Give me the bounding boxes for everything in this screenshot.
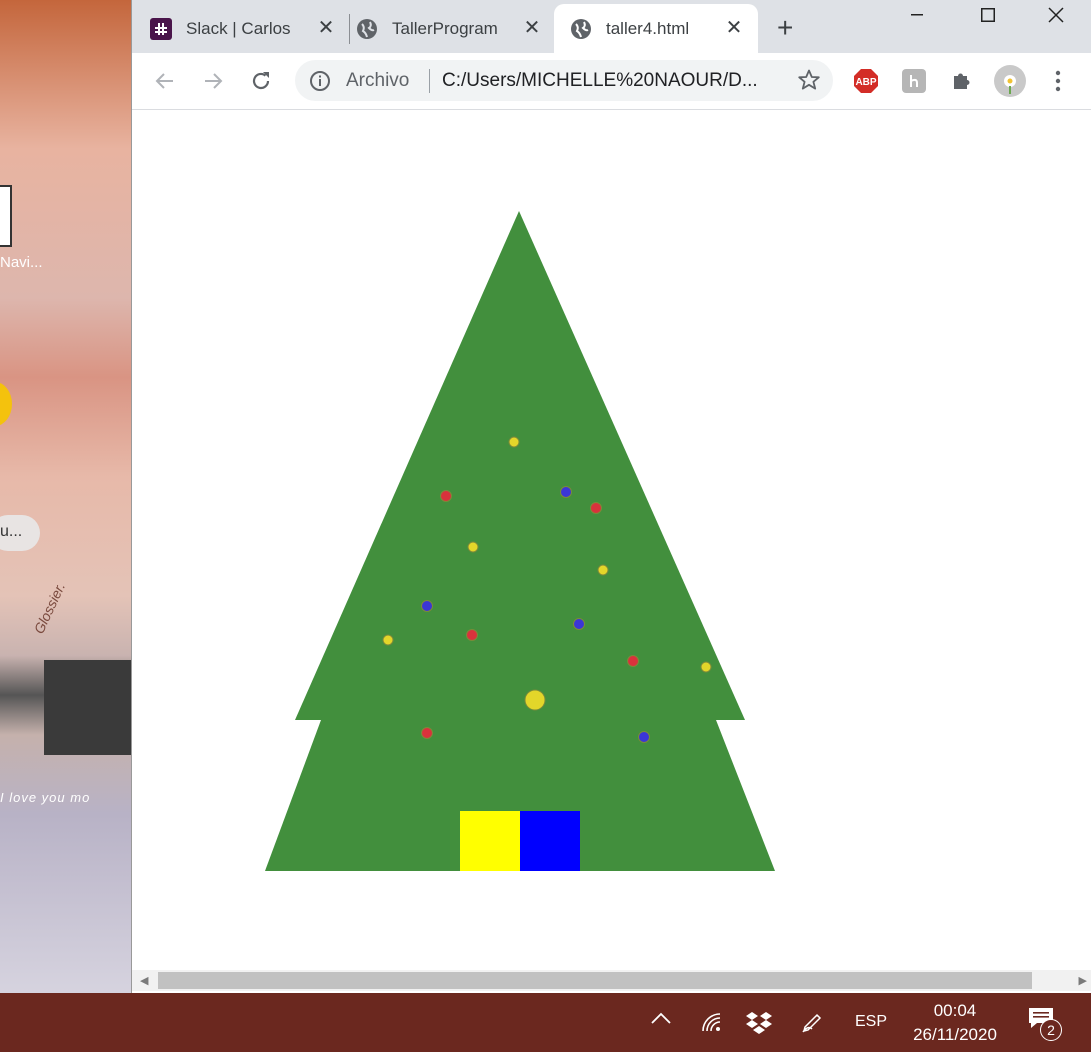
tab-title: TallerProgram (392, 18, 498, 38)
close-icon[interactable]: ✕ (522, 18, 542, 38)
h-extension-icon (902, 69, 926, 93)
url-text[interactable]: C:/Users/MICHELLE%20NAOUR/D... (442, 70, 782, 92)
ornament-yellow (700, 661, 712, 673)
info-icon[interactable] (309, 70, 331, 92)
arrow-left-icon (155, 73, 173, 89)
ornament-yellow (467, 541, 479, 553)
ornament-blue (573, 618, 585, 630)
tab-divider (349, 14, 350, 44)
desktop-icon-label: Navi... (0, 254, 43, 271)
notifications-button[interactable]: 2 (1028, 1007, 1062, 1041)
ornament-yellow (382, 634, 394, 646)
close-icon (1048, 7, 1064, 23)
browser-toolbar: Archivo C:/Users/MICHELLE%20NAOUR/D... A… (132, 53, 1091, 110)
ornament-blue (421, 600, 433, 612)
reload-icon (252, 72, 270, 90)
ornament-yellow (508, 436, 520, 448)
pen-icon (802, 1013, 822, 1033)
minimize-icon (911, 14, 923, 16)
arrow-right-icon (205, 73, 223, 89)
ornament-red (421, 727, 433, 739)
slack-icon (150, 17, 172, 40)
close-icon[interactable]: ✕ (724, 18, 744, 38)
ornament-blue (638, 731, 650, 743)
globe-icon (571, 18, 591, 39)
url-divider (429, 69, 430, 93)
abp-extension-button[interactable]: ABP (852, 67, 880, 95)
scroll-left-arrow-icon[interactable]: ◀ (140, 974, 148, 987)
profile-avatar-icon (994, 65, 1026, 97)
desktop-file-icon[interactable] (0, 185, 12, 247)
wallpaper-dark-photo (44, 660, 131, 755)
address-bar[interactable]: Archivo C:/Users/MICHELLE%20NAOUR/D... (295, 60, 833, 101)
clock-time: 00:04 (933, 1001, 977, 1020)
globe-icon (357, 18, 377, 39)
ornament-red (466, 629, 478, 641)
clock[interactable]: 00:04 26/11/2020 (900, 999, 1010, 1047)
url-scheme: Archivo (346, 70, 410, 91)
scroll-right-arrow-icon[interactable]: ▶ (1079, 974, 1087, 987)
new-tab-button[interactable]: + (777, 14, 793, 42)
kebab-menu-icon (1055, 70, 1061, 92)
close-icon[interactable]: ✕ (316, 18, 336, 38)
tree-upper-triangle (295, 211, 745, 720)
notification-badge: 2 (1040, 1019, 1062, 1041)
wallpaper-product-text: Glossier. (30, 579, 69, 637)
ornament-red (590, 502, 602, 514)
star-icon[interactable] (797, 68, 821, 92)
puzzle-icon (954, 73, 970, 89)
desktop-chrome-icon[interactable] (0, 382, 12, 426)
reload-button[interactable] (245, 65, 277, 97)
tab-tallerprogram[interactable]: TallerProgram ✕ (356, 4, 556, 53)
back-button[interactable] (149, 65, 181, 97)
abp-label: ABP (855, 77, 876, 88)
minimize-button[interactable] (894, 0, 940, 30)
close-window-button[interactable] (1033, 0, 1079, 30)
page-viewport (132, 110, 1091, 970)
ornament-yellow (597, 564, 609, 576)
tab-slack[interactable]: Slack | Carlos ✕ (150, 4, 350, 53)
ornament-red (627, 655, 639, 667)
profile-button[interactable] (994, 65, 1026, 97)
horizontal-scrollbar[interactable]: ◀ ▶ (132, 970, 1091, 991)
ornament-red (440, 490, 452, 502)
chevron-up-icon (651, 1012, 671, 1024)
windows-taskbar: ESP 00:04 26/11/2020 2 (0, 993, 1091, 1052)
clock-date: 26/11/2020 (913, 1025, 997, 1044)
tab-title: taller4.html (606, 18, 690, 38)
h-extension-button[interactable] (900, 67, 928, 95)
dropbox-button[interactable] (745, 1011, 773, 1035)
ornament-blue (560, 486, 572, 498)
abp-icon: ABP (854, 69, 878, 93)
tab-strip: Slack | Carlos ✕ TallerProgram ✕ taller4… (132, 0, 1091, 53)
wifi-off-icon (702, 1013, 721, 1032)
gift-blue (520, 811, 580, 871)
maximize-icon (981, 8, 995, 22)
desktop-wallpaper: Navi... u... Glossier. I love you mo (0, 0, 131, 993)
pen-button[interactable] (800, 1011, 824, 1035)
extensions-button[interactable] (948, 67, 976, 95)
tab-taller4[interactable]: taller4.html ✕ (554, 4, 758, 53)
ornament-yellow (524, 689, 546, 711)
desktop-icon-label: u... (0, 523, 23, 540)
tab-title: Slack | Carlos (186, 18, 290, 38)
dropbox-icon (746, 1012, 772, 1034)
language-indicator[interactable]: ESP (855, 1013, 887, 1031)
maximize-button[interactable] (965, 0, 1011, 30)
wallpaper-text: I love you mo (0, 790, 91, 805)
browser-window: Slack | Carlos ✕ TallerProgram ✕ taller4… (131, 0, 1091, 993)
menu-button[interactable] (1044, 67, 1072, 95)
christmas-tree-canvas (265, 211, 775, 871)
show-hidden-icons-button[interactable] (650, 1011, 672, 1025)
gift-yellow (460, 811, 520, 871)
scrollbar-thumb[interactable] (158, 972, 1032, 989)
forward-button[interactable] (197, 65, 229, 97)
network-button[interactable] (700, 1011, 724, 1033)
